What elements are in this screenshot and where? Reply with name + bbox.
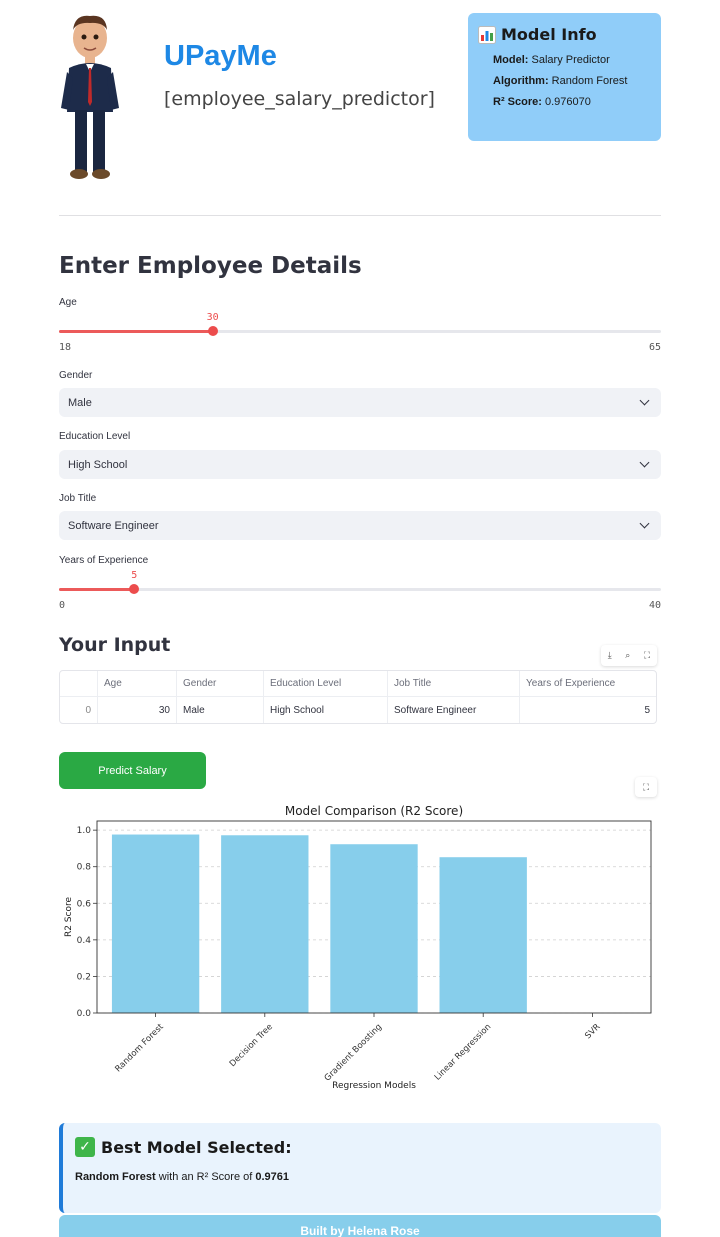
best-model-callout: ✓ Best Model Selected: Random Forest wit… bbox=[59, 1123, 661, 1213]
x-tick-label: Random Forest bbox=[113, 1022, 166, 1075]
avatar bbox=[61, 15, 119, 179]
education-label: Education Level bbox=[59, 431, 131, 442]
column-header[interactable]: Education Level bbox=[264, 671, 388, 697]
divider bbox=[59, 215, 661, 216]
y-axis-label: R2 Score bbox=[64, 897, 74, 938]
column-header[interactable]: Years of Experience bbox=[520, 671, 656, 697]
y-tick-label: 0.0 bbox=[77, 1009, 92, 1019]
table-cell[interactable]: 5 bbox=[520, 697, 656, 723]
table-cell[interactable]: 30 bbox=[98, 697, 177, 723]
model-info-card: Model Info Model: Salary Predictor Algor… bbox=[468, 13, 661, 141]
age-max: 65 bbox=[648, 342, 661, 353]
model-row: Model: Salary Predictor bbox=[493, 54, 610, 66]
table-toolbar: ⤓ ⌕ ⛶ bbox=[601, 645, 657, 666]
education-value: High School bbox=[68, 458, 128, 471]
experience-max: 40 bbox=[648, 600, 661, 611]
app-title: UPayMe bbox=[164, 40, 277, 72]
table-row: 0 30 Male High School Software Engineer … bbox=[60, 697, 656, 723]
gender-select[interactable]: Male bbox=[59, 388, 661, 417]
chevron-down-icon bbox=[639, 457, 650, 468]
column-header[interactable]: Gender bbox=[177, 671, 264, 697]
x-tick-label: Decision Tree bbox=[228, 1022, 275, 1069]
best-model-text: Random Forest with an R² Score of 0.9761 bbox=[75, 1171, 290, 1183]
form-title: Enter Employee Details bbox=[59, 253, 362, 279]
y-tick-label: 0.2 bbox=[77, 972, 91, 982]
fullscreen-icon[interactable]: ⛶ bbox=[635, 777, 657, 797]
age-slider[interactable]: 30 18 65 bbox=[59, 312, 661, 358]
x-tick-label: Gradient Boosting bbox=[323, 1022, 384, 1083]
y-tick-label: 1.0 bbox=[77, 826, 92, 836]
job-title-value: Software Engineer bbox=[68, 519, 159, 532]
gender-label: Gender bbox=[59, 370, 93, 381]
x-tick-label: SVR bbox=[583, 1022, 602, 1041]
y-tick-label: 0.8 bbox=[77, 863, 92, 873]
model-info-title: Model Info bbox=[501, 25, 597, 44]
chart-title: Model Comparison (R2 Score) bbox=[285, 804, 463, 818]
fullscreen-icon[interactable]: ⛶ bbox=[644, 650, 650, 661]
y-tick-label: 0.6 bbox=[77, 899, 92, 909]
bar bbox=[439, 857, 527, 1013]
input-title: Your Input bbox=[59, 634, 171, 656]
age-slider-thumb[interactable] bbox=[207, 326, 218, 336]
x-axis-label: Regression Models bbox=[332, 1081, 416, 1091]
best-model-title: Best Model Selected: bbox=[101, 1137, 292, 1157]
input-table: Age Gender Education Level Job Title Yea… bbox=[59, 670, 657, 724]
download-icon[interactable]: ⤓ bbox=[608, 650, 612, 661]
search-icon[interactable]: ⌕ bbox=[625, 650, 630, 661]
chevron-down-icon bbox=[639, 518, 650, 529]
age-min: 18 bbox=[59, 342, 72, 353]
experience-slider[interactable]: 5 0 40 bbox=[59, 570, 661, 616]
x-tick-label: Linear Regression bbox=[433, 1022, 494, 1083]
table-cell[interactable]: Male bbox=[177, 697, 264, 723]
column-header[interactable]: Age bbox=[98, 671, 177, 697]
age-slider-fill bbox=[59, 330, 213, 333]
bar bbox=[111, 834, 200, 1013]
column-header[interactable] bbox=[60, 671, 98, 697]
y-tick-label: 0.4 bbox=[77, 936, 92, 946]
chart-svg: Model Comparison (R2 Score) 0.0 0.2 0.4 0.6 0… bbox=[64, 804, 652, 1091]
job-title-label: Job Title bbox=[59, 493, 97, 504]
job-title-select[interactable]: Software Engineer bbox=[59, 511, 661, 540]
table-cell[interactable]: High School bbox=[264, 697, 388, 723]
bar bbox=[221, 835, 309, 1013]
experience-slider-fill bbox=[59, 588, 135, 591]
bar-chart-icon bbox=[478, 25, 496, 44]
app-subtitle: [employee_salary_predictor] bbox=[164, 88, 435, 110]
experience-label: Years of Experience bbox=[59, 555, 149, 566]
table-cell[interactable]: Software Engineer bbox=[388, 697, 520, 723]
education-select[interactable]: High School bbox=[59, 450, 661, 479]
chevron-down-icon bbox=[639, 395, 650, 406]
age-label: Age bbox=[59, 297, 77, 308]
table-cell[interactable]: 0 bbox=[60, 697, 98, 723]
column-header[interactable]: Job Title bbox=[388, 671, 520, 697]
experience-slider-thumb[interactable] bbox=[129, 584, 140, 594]
app-header: UPayMe [employee_salary_predictor] Model… bbox=[59, 12, 661, 192]
r2-row: R² Score: 0.976070 bbox=[493, 96, 591, 108]
experience-value: 5 bbox=[131, 570, 138, 581]
experience-min: 0 bbox=[59, 600, 66, 611]
model-comparison-chart: Model Comparison (R2 Score) 0.0 0.2 0.4 0.6 0… bbox=[59, 800, 661, 1100]
predict-salary-button[interactable]: Predict Salary bbox=[59, 752, 206, 789]
check-icon: ✓ bbox=[75, 1137, 95, 1157]
bar bbox=[330, 844, 418, 1013]
age-value: 30 bbox=[206, 312, 219, 323]
footer-credit: Built by Helena Rose bbox=[59, 1215, 661, 1237]
algorithm-row: Algorithm: Random Forest bbox=[493, 75, 628, 87]
gender-value: Male bbox=[68, 396, 92, 409]
